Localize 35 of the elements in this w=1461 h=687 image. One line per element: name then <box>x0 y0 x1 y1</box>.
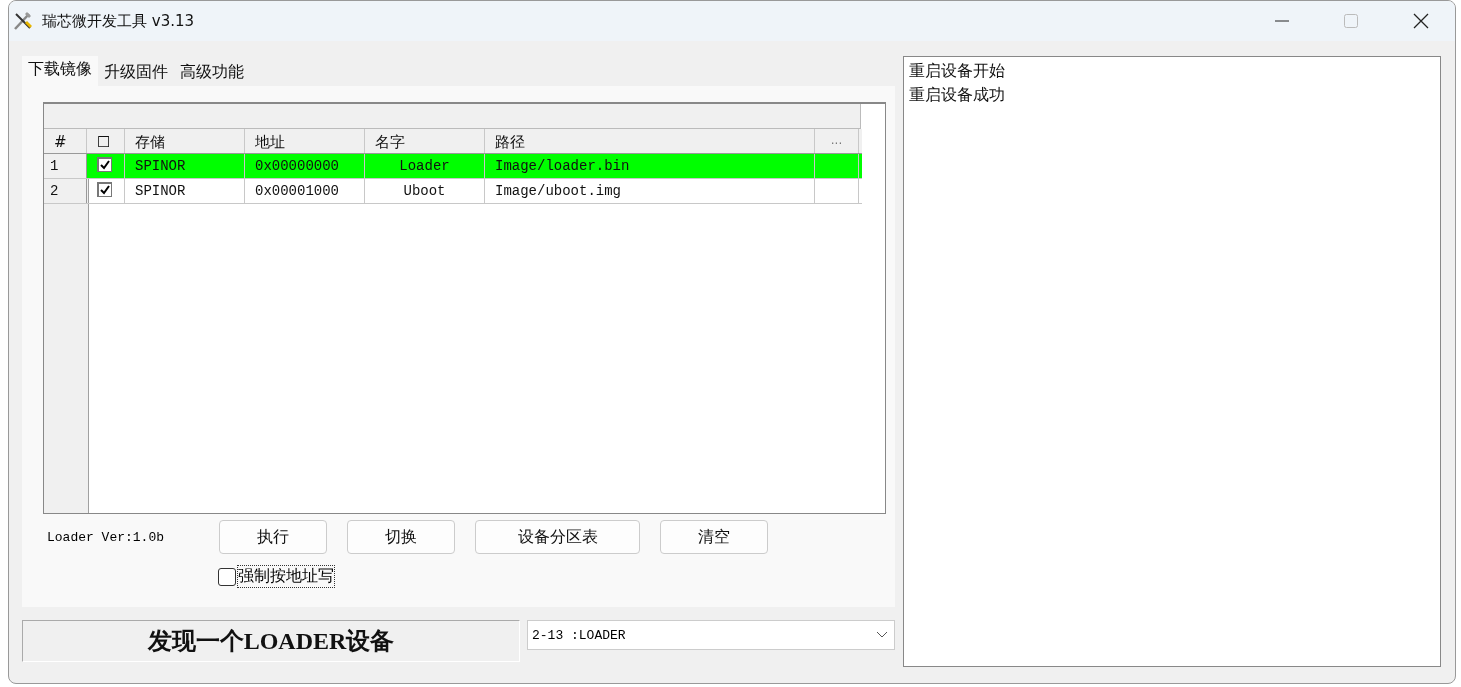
table-cell: Uboot <box>365 179 485 203</box>
table-row[interactable]: 2 SPINOR 0x00001000 Uboot Image/uboot.img <box>44 179 862 204</box>
table-cell: 0x00000000 <box>245 154 365 178</box>
log-line: 重启设备开始 <box>909 60 1006 82</box>
window-title: 瑞芯微开发工具 v3.13 <box>42 11 195 31</box>
column-header[interactable]: 名字 <box>365 129 485 153</box>
column-header[interactable]: ☐ <box>87 129 125 153</box>
chevron-down-icon[interactable] <box>876 631 888 639</box>
status-message: 发现一个LOADER设备 <box>22 620 520 662</box>
checkbox[interactable] <box>97 182 112 197</box>
checkbox[interactable] <box>97 157 112 172</box>
row-number: 1 <box>44 154 87 178</box>
column-header[interactable]: # <box>44 129 87 153</box>
column-header[interactable]: 存储 <box>125 129 245 153</box>
column-header[interactable]: 路径 <box>485 129 815 153</box>
table-cell: 0x00001000 <box>245 179 365 203</box>
table-cell: SPINOR <box>125 179 245 203</box>
column-header[interactable]: ... <box>815 129 859 153</box>
table-cell: Loader <box>365 154 485 178</box>
tools-icon <box>12 10 34 32</box>
action-button[interactable]: 执行 <box>219 520 327 554</box>
force-address-checkbox[interactable]: 强制按地址写 <box>218 566 334 587</box>
action-button[interactable]: 清空 <box>660 520 768 554</box>
table-row[interactable]: 1 SPINOR 0x00000000 Loader Image/loader.bin <box>44 154 862 179</box>
table-cell: SPINOR <box>125 154 245 178</box>
loader-version: Loader Ver:1.0b <box>46 529 166 545</box>
close-icon[interactable] <box>1413 13 1429 29</box>
tab[interactable]: 下载镜像 <box>22 56 98 86</box>
column-header[interactable]: 地址 <box>245 129 365 153</box>
action-button[interactable]: 切换 <box>347 520 455 554</box>
device-dropdown[interactable]: 2-13 :LOADER <box>527 620 895 650</box>
table-cell: Image/uboot.img <box>485 179 815 203</box>
table-cell: Image/loader.bin <box>485 154 815 178</box>
log-line: 重启设备成功 <box>909 84 1006 106</box>
action-button[interactable]: 设备分区表 <box>475 520 640 554</box>
